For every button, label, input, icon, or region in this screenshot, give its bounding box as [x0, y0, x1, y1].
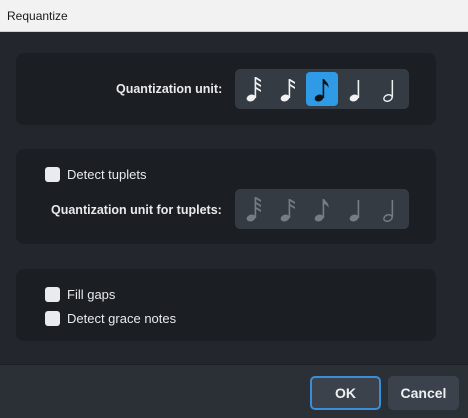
tuplets-panel: Detect tuplets Quantization unit for tup…	[16, 149, 436, 244]
quarter-note-icon	[349, 200, 360, 222]
half-note-icon	[383, 80, 394, 102]
window-title: Requantize	[0, 0, 468, 32]
quantize-quarter-button[interactable]	[340, 72, 372, 106]
quantization-unit-label: Quantization unit:	[116, 82, 223, 96]
dialog-footer: OK Cancel	[0, 364, 468, 418]
tuplet-eighth-button	[306, 192, 338, 226]
quantization-unit-selector	[235, 69, 409, 109]
quantize-16th-button[interactable]	[272, 72, 304, 106]
half-note-icon	[383, 200, 394, 222]
eighth-note-icon	[314, 199, 329, 222]
16th-note-icon	[280, 79, 295, 102]
tuplet-32nd-button	[238, 192, 270, 226]
tuplet-unit-label: Quantization unit for tuplets:	[51, 203, 222, 217]
grace-notes-label: Detect grace notes	[67, 311, 177, 326]
fill-gaps-label: Fill gaps	[67, 287, 116, 302]
grace-notes-checkbox[interactable]	[45, 311, 60, 326]
32nd-note-icon	[246, 197, 261, 222]
quarter-note-icon	[349, 80, 360, 102]
quantize-32nd-button[interactable]	[238, 72, 270, 106]
options-panel: Fill gaps Detect grace notes	[16, 269, 436, 341]
detect-tuplets-checkbox[interactable]	[45, 167, 60, 182]
tuplet-quarter-button	[340, 192, 372, 226]
32nd-note-icon	[246, 77, 261, 102]
detect-tuplets-label: Detect tuplets	[67, 167, 147, 182]
quantize-eighth-button[interactable]	[306, 72, 338, 106]
quantize-half-button[interactable]	[374, 72, 406, 106]
quantization-panel: Quantization unit:	[16, 53, 436, 125]
detect-tuplets-row[interactable]: Detect tuplets	[45, 167, 147, 182]
fill-gaps-row[interactable]: Fill gaps	[45, 287, 115, 302]
dialog-content: Quantization unit: Detect tuplets Quanti…	[0, 32, 468, 364]
tuplet-16th-button	[272, 192, 304, 226]
eighth-note-icon	[314, 79, 329, 102]
tuplet-half-button	[374, 192, 406, 226]
fill-gaps-checkbox[interactable]	[45, 287, 60, 302]
grace-notes-row[interactable]: Detect grace notes	[45, 311, 176, 326]
requantize-dialog: Requantize Quantization unit: Detect tup…	[0, 0, 468, 418]
tuplet-unit-selector	[235, 189, 409, 229]
cancel-button[interactable]: Cancel	[388, 376, 459, 410]
ok-button[interactable]: OK	[310, 376, 381, 410]
16th-note-icon	[280, 199, 295, 222]
